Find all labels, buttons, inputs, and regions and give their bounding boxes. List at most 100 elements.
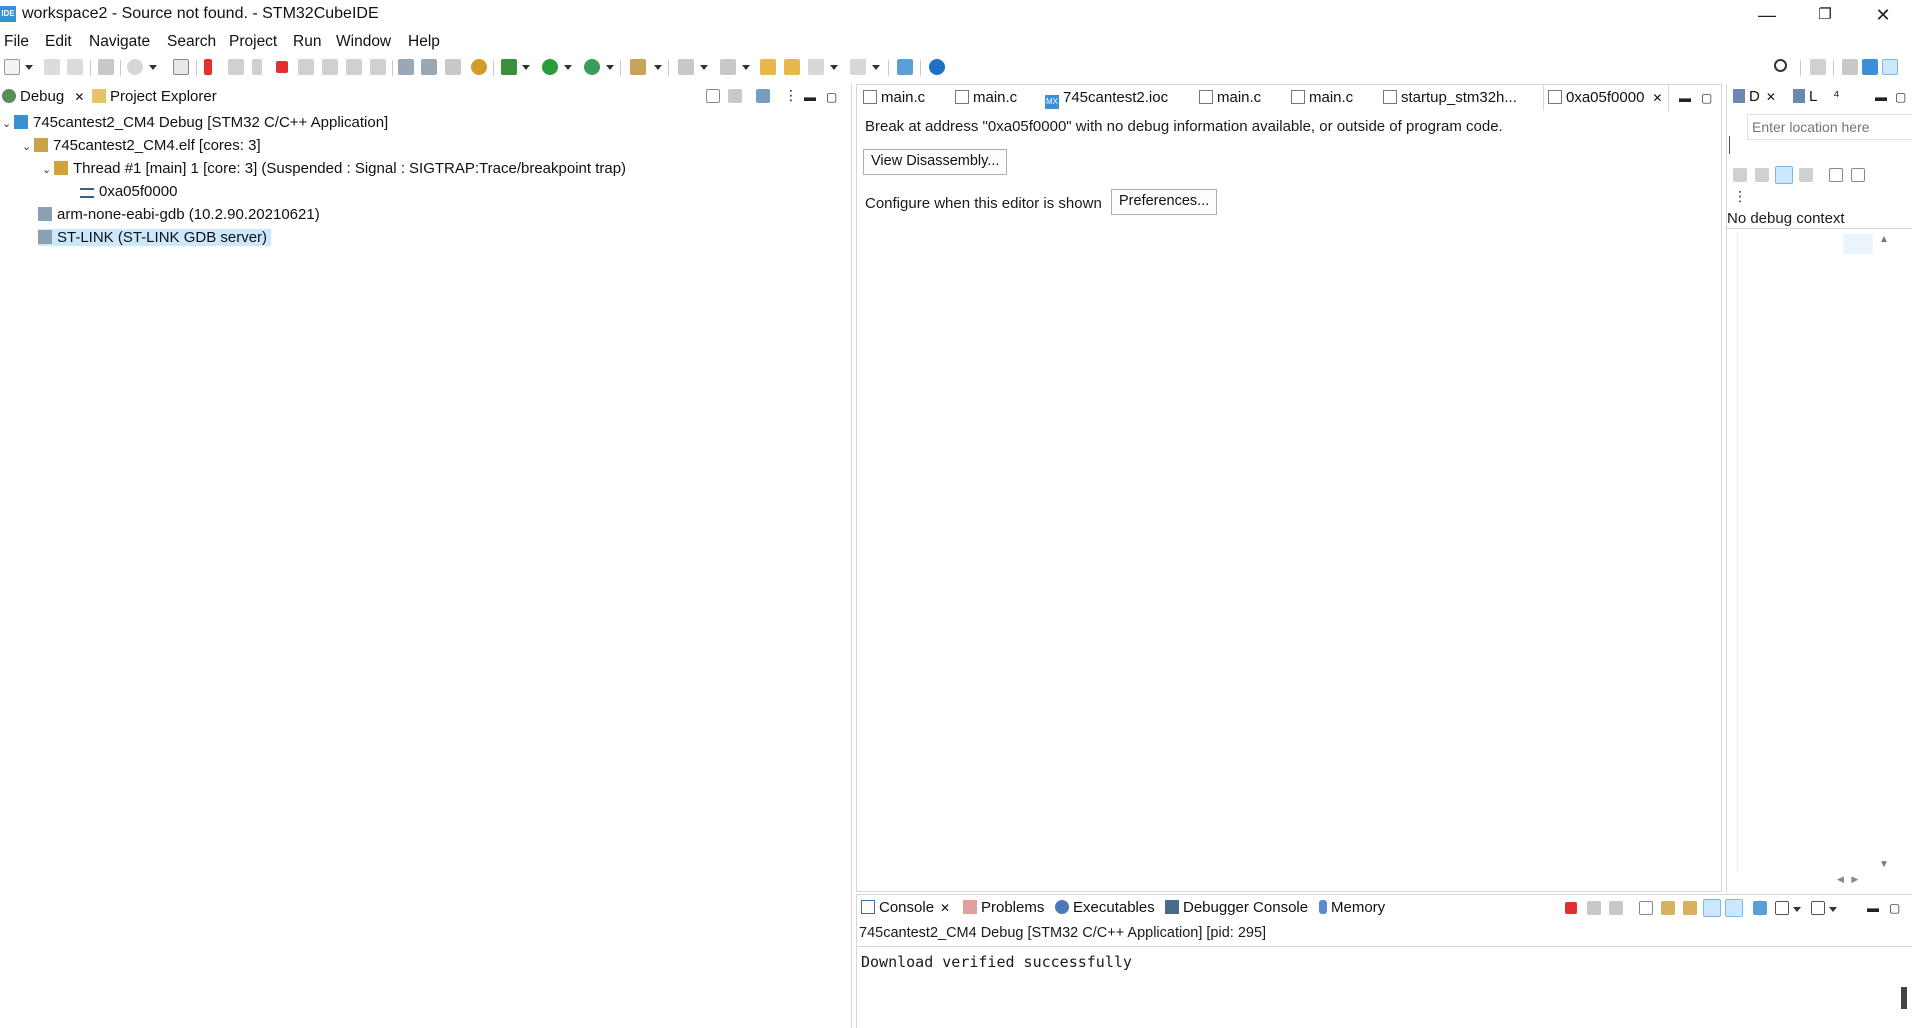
view-disassembly-button[interactable]: View Disassembly... bbox=[863, 149, 1008, 175]
reset-device-icon[interactable] bbox=[421, 59, 437, 75]
tree-item-elf[interactable]: ⌄ 745cantest2_CM4.elf [cores: 3] bbox=[22, 137, 261, 154]
maximize-view-icon[interactable]: ▢ bbox=[1895, 90, 1906, 104]
edit-icon[interactable] bbox=[630, 59, 646, 75]
display-selected-console-icon[interactable] bbox=[1775, 901, 1789, 915]
mx-perspective-icon[interactable] bbox=[1862, 59, 1878, 75]
resume-icon[interactable] bbox=[228, 59, 244, 75]
tab-executables[interactable]: Executables bbox=[1055, 899, 1155, 916]
external-tools-dropdown-icon[interactable] bbox=[606, 65, 614, 70]
external-tools-icon[interactable] bbox=[584, 59, 600, 75]
maximize-view-icon[interactable]: ▢ bbox=[1889, 901, 1900, 915]
build-icon[interactable] bbox=[98, 59, 114, 75]
menu-project[interactable]: Project bbox=[229, 33, 277, 51]
save-icon[interactable] bbox=[44, 59, 60, 75]
previous-annotation-icon[interactable] bbox=[720, 59, 736, 75]
terminate-icon[interactable] bbox=[1565, 902, 1577, 914]
menu-navigate[interactable]: Navigate bbox=[89, 33, 150, 51]
search-tool-icon[interactable] bbox=[173, 59, 189, 75]
forward-icon[interactable] bbox=[850, 59, 866, 75]
show-source-icon[interactable] bbox=[1799, 168, 1813, 182]
tab-disassembly[interactable]: D ✕ bbox=[1733, 88, 1776, 105]
minimize-view-icon[interactable]: ▬ bbox=[1875, 90, 1887, 104]
tab-memory[interactable]: Memory bbox=[1319, 899, 1385, 916]
maximize-view-icon[interactable]: ▢ bbox=[826, 90, 837, 104]
pin-view-icon[interactable] bbox=[1851, 168, 1865, 182]
chevron-down-icon[interactable]: ⌄ bbox=[2, 117, 14, 130]
pin-console-icon[interactable] bbox=[1753, 901, 1767, 915]
tab-problems[interactable]: Problems bbox=[963, 899, 1044, 916]
restart-icon[interactable] bbox=[445, 59, 461, 75]
debug-perspective-icon[interactable] bbox=[1882, 59, 1898, 75]
back-dropdown-icon[interactable] bbox=[830, 65, 838, 70]
menu-edit[interactable]: Edit bbox=[45, 33, 72, 51]
terminate-icon[interactable] bbox=[276, 61, 288, 73]
step-filter-icon[interactable] bbox=[756, 89, 770, 103]
new-dropdown-icon[interactable] bbox=[25, 65, 33, 70]
tree-item-stack-frame[interactable]: 0xa05f0000 bbox=[80, 183, 177, 200]
previous-annotation-dropdown-icon[interactable] bbox=[742, 65, 750, 70]
tab-address[interactable]: 0xa05f0000 ✕ bbox=[1543, 85, 1670, 111]
chevron-down-icon[interactable]: ⌄ bbox=[22, 140, 34, 153]
home-icon[interactable] bbox=[1755, 168, 1769, 182]
minimize-view-icon[interactable]: ▬ bbox=[804, 90, 816, 104]
remove-terminated-icon[interactable] bbox=[728, 89, 742, 103]
open-perspective-icon[interactable] bbox=[1810, 59, 1826, 75]
open-console-dropdown-icon[interactable] bbox=[1829, 907, 1837, 912]
open-console-icon[interactable] bbox=[1811, 901, 1825, 915]
go-to-pc-icon[interactable] bbox=[1733, 168, 1747, 182]
minimize-view-icon[interactable]: ▬ bbox=[1867, 901, 1879, 915]
tab-debugger-console[interactable]: Debugger Console bbox=[1165, 899, 1308, 916]
tree-item-launch[interactable]: ⌄ 745cantest2_CM4 Debug [STM32 C/C++ Appl… bbox=[2, 114, 388, 131]
search-icon[interactable] bbox=[1774, 59, 1787, 72]
tab-main-c-1[interactable]: main.c bbox=[863, 89, 925, 106]
tab-main-c-2[interactable]: main.c bbox=[955, 89, 1017, 106]
remove-all-terminated-icon[interactable] bbox=[1609, 901, 1623, 915]
next-annotation-icon[interactable] bbox=[678, 59, 694, 75]
debug-icon[interactable] bbox=[501, 59, 517, 75]
vertical-scrollbar[interactable]: ▲ ▼ bbox=[1875, 234, 1891, 870]
debug-dropdown-icon[interactable] bbox=[522, 65, 530, 70]
menu-search[interactable]: Search bbox=[167, 33, 216, 51]
run-icon[interactable] bbox=[542, 59, 558, 75]
restore-button[interactable]: ❐ bbox=[1796, 0, 1854, 30]
console-scrollbar-thumb[interactable] bbox=[1901, 987, 1907, 1009]
clear-console-icon[interactable] bbox=[1639, 901, 1653, 915]
last-edit-location-icon[interactable] bbox=[760, 59, 776, 75]
close-tab-icon[interactable]: ✕ bbox=[940, 901, 950, 915]
view-menu-icon[interactable]: ⋮ bbox=[1733, 188, 1747, 205]
minimize-editor-icon[interactable]: ▬ bbox=[1679, 91, 1691, 105]
close-tab-icon[interactable]: ✕ bbox=[74, 90, 84, 104]
suspend-icon[interactable] bbox=[252, 59, 262, 75]
remove-launch-icon[interactable] bbox=[1587, 901, 1601, 915]
scroll-lock-icon[interactable] bbox=[1661, 901, 1675, 915]
tab-main-c-4[interactable]: main.c bbox=[1291, 89, 1353, 106]
view-menu-icon[interactable]: ⋮ bbox=[784, 87, 798, 104]
close-tab-icon[interactable]: ✕ bbox=[1766, 90, 1776, 104]
save-all-icon[interactable] bbox=[67, 59, 83, 75]
undo-icon[interactable] bbox=[127, 59, 143, 75]
menu-window[interactable]: Window bbox=[336, 33, 391, 51]
link-with-editor-icon[interactable] bbox=[1775, 166, 1793, 184]
menu-file[interactable]: File bbox=[4, 33, 29, 51]
run-dropdown-icon[interactable] bbox=[564, 65, 572, 70]
next-annotation-dropdown-icon[interactable] bbox=[700, 65, 708, 70]
edit-dropdown-icon[interactable] bbox=[654, 65, 662, 70]
tree-item-thread[interactable]: ⌄ Thread #1 [main] 1 [core: 3] (Suspended… bbox=[42, 160, 626, 177]
show-on-stderr-icon[interactable] bbox=[1725, 899, 1743, 917]
collapse-all-icon[interactable] bbox=[706, 89, 720, 103]
maximize-editor-icon[interactable]: ▢ bbox=[1701, 91, 1712, 105]
chevron-down-icon[interactable]: ⌄ bbox=[42, 163, 54, 176]
display-console-dropdown-icon[interactable] bbox=[1793, 907, 1801, 912]
tab-ioc[interactable]: MX 745cantest2.ioc bbox=[1045, 89, 1168, 109]
tab-debug[interactable]: Debug ✕ bbox=[2, 88, 84, 105]
tab-project-explorer[interactable]: Project Explorer bbox=[92, 88, 217, 105]
cc-perspective-icon[interactable] bbox=[1842, 59, 1858, 75]
tab-console[interactable]: Console ✕ bbox=[861, 899, 950, 916]
forward-dropdown-icon[interactable] bbox=[872, 65, 880, 70]
minimize-button[interactable]: — bbox=[1738, 0, 1796, 30]
step-over-icon[interactable] bbox=[346, 59, 362, 75]
back-icon[interactable] bbox=[808, 59, 824, 75]
close-window-button[interactable]: ✕ bbox=[1854, 0, 1912, 30]
pin-editor-icon[interactable] bbox=[897, 59, 913, 75]
close-tab-icon[interactable]: ✕ bbox=[1652, 91, 1662, 105]
